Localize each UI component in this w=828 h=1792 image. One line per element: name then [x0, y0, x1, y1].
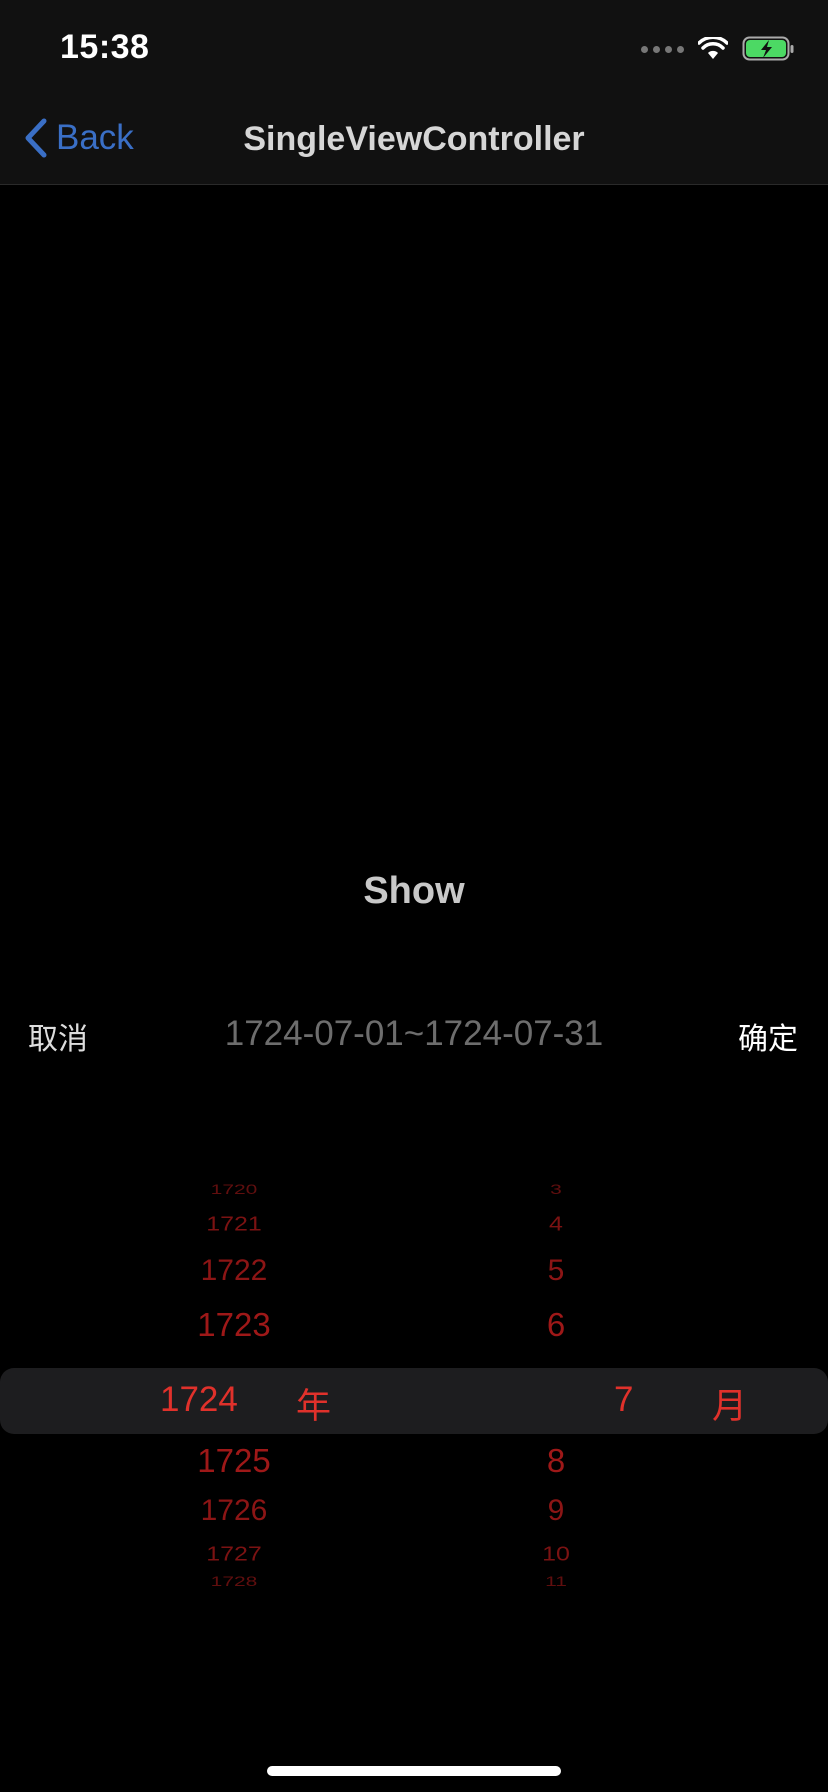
month-unit-label: 月: [712, 1387, 748, 1426]
navigation-bar: Back SingleViewController: [0, 96, 828, 185]
picker-selection-band: [0, 1368, 828, 1434]
picker-toolbar: 取消 1724-07-01~1724-07-31 确定: [0, 1010, 828, 1062]
month-item[interactable]: 9: [506, 1494, 606, 1528]
status-icons: [641, 36, 796, 62]
wifi-icon: [698, 37, 728, 59]
selected-month[interactable]: 7: [614, 1380, 633, 1420]
home-indicator[interactable]: [267, 1766, 561, 1776]
month-item[interactable]: 4: [506, 1213, 606, 1237]
selected-year[interactable]: 1724: [160, 1380, 238, 1420]
date-picker[interactable]: 1720 1721 1722 1723 1725 1726 1727 1728 …: [0, 1150, 828, 1650]
battery-charging-icon: [742, 36, 794, 61]
month-item[interactable]: 11: [506, 1574, 606, 1590]
year-item[interactable]: 1720: [134, 1182, 334, 1198]
month-item[interactable]: 6: [506, 1306, 606, 1344]
page-title: SingleViewController: [243, 120, 585, 158]
month-item[interactable]: 8: [506, 1442, 606, 1480]
date-range-text: 1724-07-01~1724-07-31: [224, 1014, 604, 1053]
status-bar: 15:38: [0, 0, 828, 96]
month-item[interactable]: 3: [506, 1182, 606, 1198]
year-item[interactable]: 1728: [134, 1574, 334, 1590]
year-item[interactable]: 1726: [134, 1494, 334, 1528]
confirm-button[interactable]: 确定: [738, 1014, 798, 1058]
year-item[interactable]: 1725: [134, 1442, 334, 1480]
month-item[interactable]: 10: [506, 1543, 606, 1567]
year-item[interactable]: 1721: [134, 1213, 334, 1237]
year-unit-label: 年: [296, 1387, 332, 1426]
year-item[interactable]: 1723: [134, 1306, 334, 1344]
year-item[interactable]: 1722: [134, 1254, 334, 1288]
status-time: 15:38: [60, 28, 150, 66]
year-item[interactable]: 1727: [134, 1543, 334, 1567]
month-item[interactable]: 5: [506, 1254, 606, 1288]
cellular-signal-icon: [641, 45, 684, 53]
show-button[interactable]: Show: [0, 870, 828, 913]
